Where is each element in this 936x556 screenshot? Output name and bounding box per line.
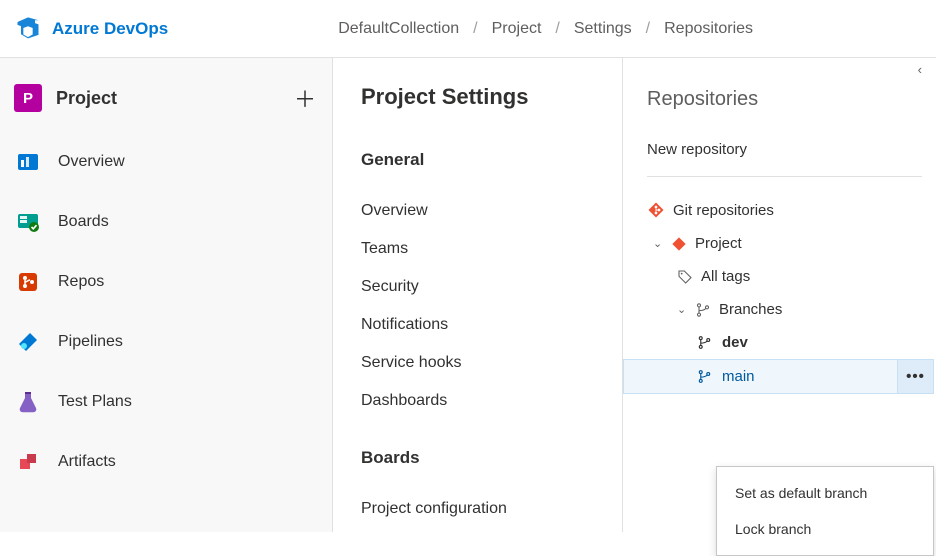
pipelines-icon — [14, 328, 42, 356]
sidebar-item-repos[interactable]: Repos — [0, 252, 332, 312]
sidebar-item-artifacts[interactable]: Artifacts — [0, 432, 332, 492]
breadcrumb-item[interactable]: Project — [492, 20, 542, 38]
sidebar-item-boards[interactable]: Boards — [0, 192, 332, 252]
settings-link-projectconfig[interactable]: Project configuration — [361, 490, 594, 528]
brand[interactable]: Azure DevOps — [14, 15, 168, 43]
more-actions-button[interactable]: ••• — [897, 360, 933, 393]
settings-panel: Project Settings General Overview Teams … — [333, 58, 623, 532]
sidebar-item-label: Test Plans — [58, 393, 132, 411]
repositories-panel: ‹ Repositories New repository Git reposi… — [623, 58, 936, 532]
chevron-down-icon: ⌄ — [653, 237, 663, 250]
breadcrumb-separator-icon: / — [646, 20, 650, 38]
tree-all-tags[interactable]: All tags — [647, 260, 936, 293]
settings-link-security[interactable]: Security — [361, 268, 594, 306]
new-repository-link[interactable]: New repository — [647, 141, 936, 176]
settings-link-notifications[interactable]: Notifications — [361, 306, 594, 344]
chevron-down-icon: ⌄ — [677, 303, 687, 316]
breadcrumb-item[interactable]: Repositories — [664, 20, 753, 38]
project-name: Project — [56, 88, 280, 109]
tree-label: Project — [695, 235, 742, 252]
branch-row-main[interactable]: main ••• — [623, 359, 934, 394]
sidebar-item-label: Overview — [58, 153, 125, 171]
git-icon — [647, 201, 665, 219]
sidebar-item-label: Artifacts — [58, 453, 116, 471]
settings-link-overview[interactable]: Overview — [361, 192, 594, 230]
sidebar-item-pipelines[interactable]: Pipelines — [0, 312, 332, 372]
repositories-title: Repositories — [647, 88, 936, 111]
menu-set-default-branch[interactable]: Set as default branch — [717, 475, 933, 511]
branch-row-dev[interactable]: dev — [647, 326, 936, 359]
topbar: Azure DevOps DefaultCollection / Project… — [0, 0, 936, 58]
tree-label: Branches — [719, 301, 782, 318]
project-header[interactable]: P Project ＋ — [0, 64, 332, 132]
settings-link-teams[interactable]: Teams — [361, 230, 594, 268]
overview-icon — [14, 148, 42, 176]
divider — [647, 176, 922, 177]
sidebar-item-label: Repos — [58, 273, 104, 291]
settings-group-title: General — [361, 150, 594, 170]
sidebar-item-label: Pipelines — [58, 333, 123, 351]
tree-git-repositories[interactable]: Git repositories — [647, 193, 936, 227]
tree-label: All tags — [701, 268, 750, 285]
branch-name: dev — [722, 334, 748, 351]
branch-name: main — [722, 368, 755, 385]
more-icon: ••• — [906, 368, 925, 385]
git-icon — [671, 236, 687, 252]
breadcrumb-separator-icon: / — [473, 20, 477, 38]
branch-icon — [697, 369, 712, 384]
breadcrumb-item[interactable]: Settings — [574, 20, 632, 38]
sidebar-item-label: Boards — [58, 213, 109, 231]
devops-logo-icon — [14, 15, 42, 43]
tree-label: Git repositories — [673, 202, 774, 219]
menu-lock-branch[interactable]: Lock branch — [717, 511, 933, 547]
branch-icon — [697, 335, 712, 350]
brand-label: Azure DevOps — [52, 19, 168, 39]
branch-icon — [695, 302, 711, 318]
settings-group-title: Boards — [361, 448, 594, 468]
testplans-icon — [14, 388, 42, 416]
boards-icon — [14, 208, 42, 236]
settings-link-dashboards[interactable]: Dashboards — [361, 382, 594, 420]
project-badge: P — [14, 84, 42, 112]
artifacts-icon — [14, 448, 42, 476]
tree-project[interactable]: ⌄ Project — [647, 227, 936, 260]
repos-icon — [14, 268, 42, 296]
settings-title: Project Settings — [361, 84, 594, 110]
sidebar-item-overview[interactable]: Overview — [0, 132, 332, 192]
sidebar: P Project ＋ Overview Boards Repos — [0, 58, 333, 532]
breadcrumb-separator-icon: / — [555, 20, 559, 38]
tree-branches[interactable]: ⌄ Branches — [647, 293, 936, 326]
collapse-panel-icon[interactable]: ‹ — [918, 62, 922, 77]
branch-context-menu: Set as default branch Lock branch — [716, 466, 934, 556]
tag-icon — [677, 269, 693, 285]
sidebar-item-testplans[interactable]: Test Plans — [0, 372, 332, 432]
breadcrumb-item[interactable]: DefaultCollection — [338, 20, 459, 38]
add-icon[interactable]: ＋ — [294, 82, 316, 114]
breadcrumb: DefaultCollection / Project / Settings /… — [338, 20, 753, 38]
settings-link-servicehooks[interactable]: Service hooks — [361, 344, 594, 382]
